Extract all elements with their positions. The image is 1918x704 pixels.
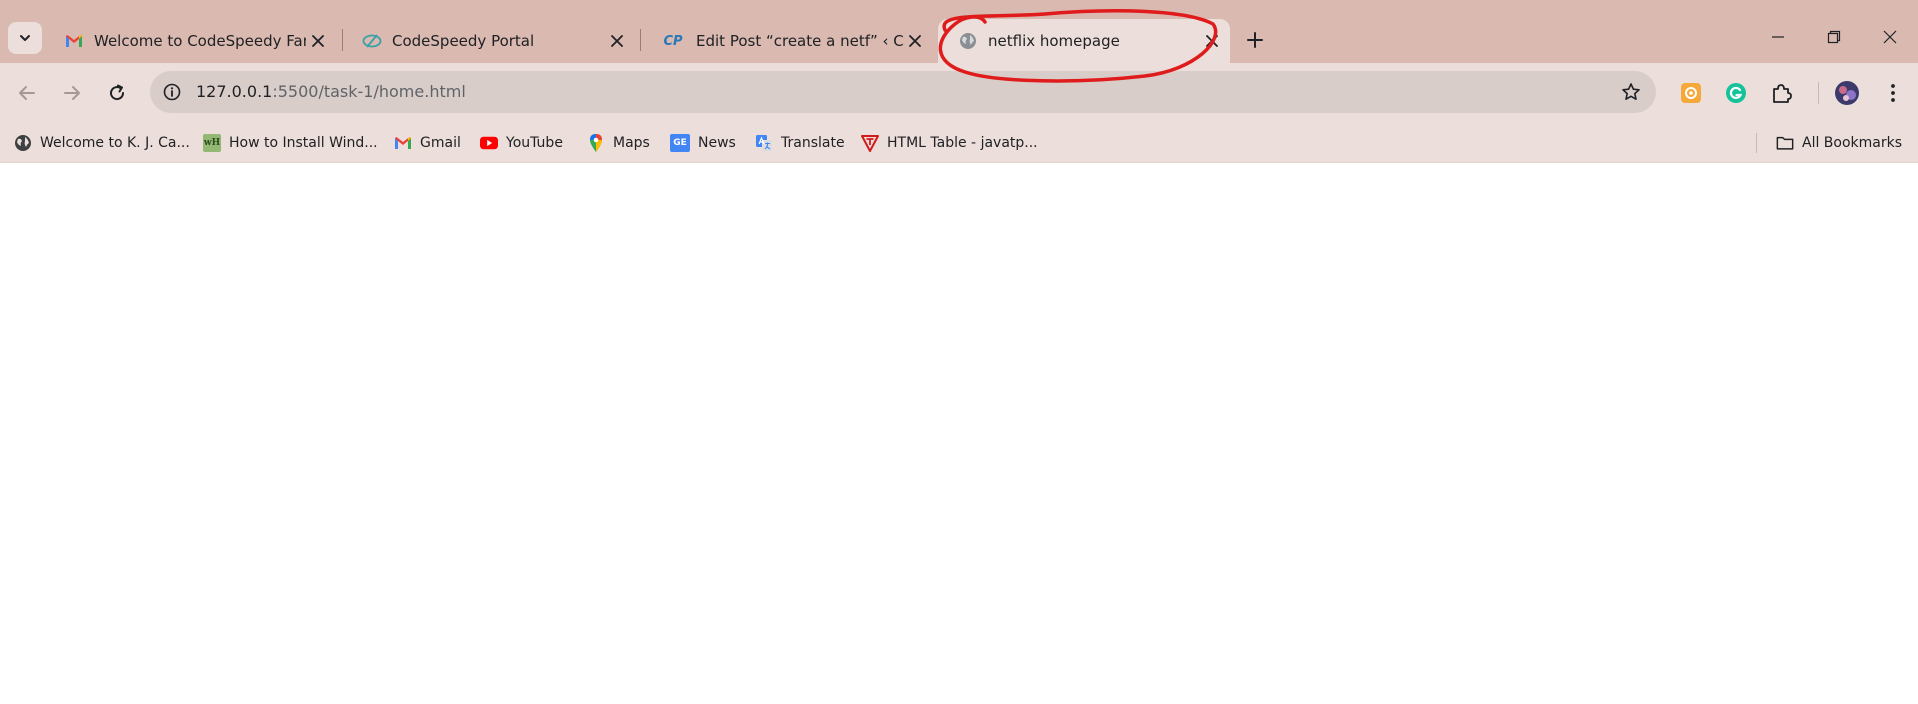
javatpoint-icon: [861, 134, 879, 152]
minimize-icon: [1772, 36, 1784, 38]
restore-icon: [1827, 30, 1841, 44]
page-content: [0, 164, 1918, 704]
cp-icon: CP: [660, 31, 686, 51]
profile-avatar[interactable]: [1833, 79, 1861, 107]
tab-netflix-homepage[interactable]: netflix homepage: [938, 19, 1230, 63]
bookmark-star-icon[interactable]: [1618, 79, 1644, 105]
url-host: 127.0.0.1: [196, 82, 273, 101]
bookmark-news[interactable]: GE News: [670, 130, 736, 156]
wikihow-icon: wH: [203, 134, 221, 152]
reload-icon: [110, 84, 125, 101]
extension-orange-icon[interactable]: [1677, 79, 1705, 107]
kebab-menu-icon[interactable]: [1879, 79, 1907, 107]
tab-title: CodeSpeedy Portal: [392, 32, 535, 50]
all-bookmarks-button[interactable]: All Bookmarks: [1776, 130, 1902, 156]
tab-edit-post[interactable]: CP Edit Post “create a netf” ‹ CodeSpeed…: [640, 19, 933, 63]
toolbar: 127.0.0.1:5500/task-1/home.html: [0, 63, 1918, 123]
tab-search-button[interactable]: [8, 22, 42, 54]
tab-strip: Welcome to CodeSpeedy Family CodeSpeedy …: [0, 0, 1918, 63]
close-tab-icon[interactable]: [1200, 29, 1224, 53]
folder-icon: [1776, 134, 1794, 152]
gmail-icon: [394, 134, 412, 152]
bookmark-label: Gmail: [420, 135, 461, 151]
bookmark-translate[interactable]: Translate: [755, 130, 845, 156]
bookmark-label: HTML Table - javatp...: [887, 135, 1038, 151]
globe-icon: [958, 31, 978, 51]
minimize-button[interactable]: [1750, 20, 1806, 54]
bookmark-label: Welcome to K. J. Ca...: [40, 135, 190, 151]
maps-icon: [587, 134, 605, 152]
tab-title: Welcome to CodeSpeedy Family: [94, 32, 306, 50]
codespeedy-portal-icon: [362, 31, 382, 51]
bookmark-label: Maps: [613, 135, 650, 151]
news-icon-text: GE: [673, 138, 687, 148]
back-button[interactable]: [11, 77, 43, 109]
arrow-right-icon: [64, 86, 80, 100]
bookmark-label: Translate: [781, 135, 845, 151]
globe-icon: [14, 134, 32, 152]
close-tab-icon[interactable]: [605, 29, 629, 53]
chevron-down-icon: [20, 35, 30, 41]
bookmark-maps[interactable]: Maps: [587, 130, 650, 156]
tab-title: netflix homepage: [988, 32, 1120, 50]
forward-button[interactable]: [56, 77, 88, 109]
arrow-left-icon: [19, 86, 35, 100]
close-tab-icon[interactable]: [903, 29, 927, 53]
tab-title: Edit Post “create a netf” ‹ CodeSpeedy: [696, 32, 903, 50]
gmail-icon: [64, 31, 84, 51]
reload-button[interactable]: [101, 77, 133, 109]
browser-window: Welcome to CodeSpeedy Family CodeSpeedy …: [0, 0, 1918, 704]
site-info-icon[interactable]: [160, 80, 184, 104]
bookmarks-separator: [1756, 133, 1757, 153]
bookmark-label: How to Install Wind...: [229, 135, 378, 151]
toolbar-separator: [1818, 82, 1819, 104]
bookmark-label: YouTube: [506, 135, 563, 151]
bookmark-gmail[interactable]: Gmail: [394, 130, 461, 156]
url-path: :5500/task-1/home.html: [272, 82, 466, 101]
bookmark-welcome-kj[interactable]: Welcome to K. J. Ca...: [14, 130, 190, 156]
wikihow-icon-text: wH: [203, 138, 221, 148]
new-tab-button[interactable]: [1241, 26, 1269, 54]
bookmark-label: All Bookmarks: [1802, 135, 1903, 151]
url-text[interactable]: 127.0.0.1:5500/task-1/home.html: [196, 82, 466, 101]
close-tab-icon[interactable]: [306, 29, 330, 53]
bookmark-label: News: [698, 135, 736, 151]
close-icon: [1883, 30, 1897, 44]
tab-codespeedy-portal[interactable]: CodeSpeedy Portal: [342, 19, 635, 63]
translate-icon: [755, 134, 773, 152]
plus-icon: [1247, 32, 1263, 48]
restore-button[interactable]: [1806, 20, 1862, 54]
bookmark-how-to-install[interactable]: wH How to Install Wind...: [203, 130, 378, 156]
close-window-button[interactable]: [1862, 20, 1918, 54]
tab-welcome-codespeedy[interactable]: Welcome to CodeSpeedy Family: [44, 19, 336, 63]
cp-icon-text: CP: [663, 33, 683, 49]
youtube-icon: [480, 134, 498, 152]
grammarly-icon[interactable]: [1722, 79, 1750, 107]
bookmark-youtube[interactable]: YouTube: [480, 130, 563, 156]
bookmarks-bar: Welcome to K. J. Ca... wH How to Install…: [0, 123, 1918, 163]
address-bar[interactable]: 127.0.0.1:5500/task-1/home.html: [150, 71, 1656, 113]
extensions-puzzle-icon[interactable]: [1767, 79, 1795, 107]
news-icon: GE: [670, 134, 690, 152]
bookmark-html-table[interactable]: HTML Table - javatp...: [861, 130, 1038, 156]
